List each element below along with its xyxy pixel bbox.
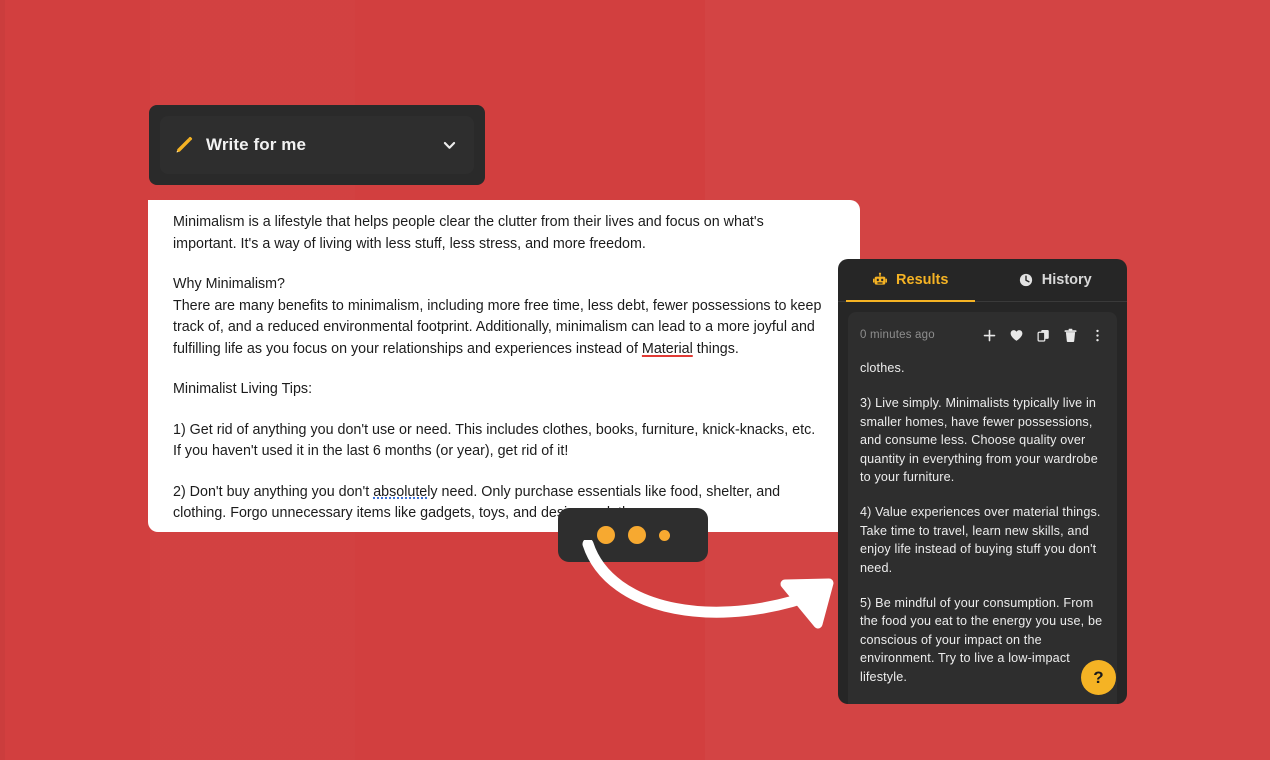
help-label: ?	[1093, 667, 1104, 687]
more-vertical-icon[interactable]	[1090, 328, 1105, 343]
document-paragraph: Why Minimalism?	[173, 276, 286, 292]
results-panel: Results History 0 minutes ago clothes. 3…	[838, 259, 1127, 704]
result-paragraph: clothes.	[860, 361, 905, 375]
result-paragraph: 3) Live simply. Minimalists typically li…	[860, 396, 1098, 485]
typing-dot	[627, 526, 646, 544]
document-text[interactable]: Minimalism is a lifestyle that helps peo…	[148, 200, 860, 525]
help-icon[interactable]: ?	[1081, 660, 1116, 695]
spell-error-word[interactable]: Material	[642, 341, 693, 357]
document-editor-panel[interactable]: Minimalism is a lifestyle that helps peo…	[148, 200, 860, 532]
chevron-down-icon[interactable]	[441, 137, 458, 154]
write-for-me-label: Write for me	[206, 135, 307, 154]
write-for-me-toolbar: Write for me	[149, 105, 485, 185]
tab-history-label: History	[1041, 272, 1092, 288]
result-text: clothes. 3) Live simply. Minimalists typi…	[860, 359, 1105, 686]
timestamp: 0 minutes ago	[860, 329, 935, 341]
robot-icon	[872, 272, 888, 288]
results-tabbar: Results History	[838, 259, 1127, 302]
pencil-icon	[174, 135, 194, 155]
result-card: 0 minutes ago clothes. 3) Live simply. M…	[848, 312, 1117, 704]
copy-icon[interactable]	[1036, 328, 1051, 343]
document-paragraph: Minimalist Living Tips:	[173, 381, 313, 397]
clock-icon	[1018, 272, 1034, 288]
grammar-hint-word[interactable]: absolutely	[373, 484, 437, 500]
result-card-actions	[982, 328, 1105, 343]
typing-dot	[658, 529, 670, 541]
document-paragraph: There are many benefits to minimalism, i…	[173, 297, 822, 357]
document-paragraph: 1) Get rid of anything you don't use or …	[173, 421, 816, 460]
typing-dots-indicator	[558, 508, 708, 562]
tab-results-label: Results	[896, 272, 949, 288]
tab-history[interactable]: History	[983, 259, 1128, 301]
result-paragraph: 5) Be mindful of your consumption. From …	[860, 596, 1103, 684]
result-card-header: 0 minutes ago	[860, 325, 1105, 345]
trash-icon[interactable]	[1063, 328, 1078, 343]
document-paragraph: Minimalism is a lifestyle that helps peo…	[173, 214, 764, 252]
write-for-me-button[interactable]: Write for me	[160, 116, 474, 174]
document-paragraph: 2) Don't buy anything you don't absolute…	[173, 483, 781, 522]
typing-dot	[596, 526, 615, 544]
tab-results[interactable]: Results	[838, 259, 983, 302]
heart-icon[interactable]	[1009, 328, 1024, 343]
result-paragraph: 4) Value experiences over material thing…	[860, 505, 1101, 575]
plus-icon[interactable]	[982, 328, 997, 343]
